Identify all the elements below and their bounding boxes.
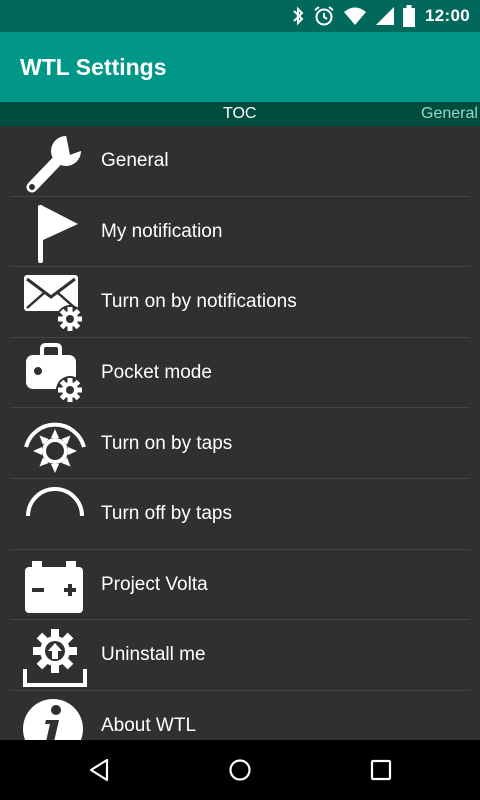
list-item-label: Pocket mode	[101, 362, 212, 384]
list-item-general[interactable]: General	[0, 126, 480, 197]
battery-volta-icon	[22, 555, 88, 617]
list-item-label: About WTL	[101, 715, 197, 737]
moon-taps-icon	[22, 484, 88, 546]
info-icon	[22, 696, 88, 740]
wrench-icon	[22, 131, 88, 193]
list-item-turn-off-by-taps[interactable]: Turn off by taps	[0, 479, 480, 550]
list-item-turn-on-by-taps[interactable]: Turn on by taps	[0, 408, 480, 479]
list-item-uninstall-me[interactable]: Uninstall me	[0, 620, 480, 691]
tab-strip: TOC General	[0, 102, 480, 126]
status-bar: 12:00	[0, 0, 480, 32]
sun-taps-icon	[22, 413, 88, 475]
uninstall-gear-icon	[22, 625, 88, 688]
status-clock: 12:00	[425, 6, 470, 25]
alarm-icon	[313, 4, 335, 28]
wifi-icon	[343, 4, 367, 28]
list-item-turn-on-by-notifications[interactable]: Turn on by notifications	[0, 267, 480, 338]
list-item-label: General	[101, 150, 169, 172]
list-item-project-volta[interactable]: Project Volta	[0, 550, 480, 621]
list-item-label: My notification	[101, 220, 223, 242]
tab-toc[interactable]: TOC	[223, 105, 256, 123]
recents-icon[interactable]	[369, 758, 393, 782]
list-item-label: Turn on by taps	[101, 432, 233, 454]
list-item-pocket-mode[interactable]: Pocket mode	[0, 338, 480, 409]
app-title: WTL Settings	[20, 53, 167, 80]
battery-icon	[403, 4, 416, 28]
tab-general[interactable]: General	[421, 105, 478, 123]
list-item-label: Project Volta	[101, 573, 208, 595]
signal-icon	[375, 4, 395, 28]
flag-icon	[22, 202, 88, 264]
settings-list: General My notification Turn on by notif…	[0, 126, 480, 740]
bluetooth-icon	[291, 4, 305, 28]
bag-gear-icon	[22, 342, 88, 405]
back-icon[interactable]	[87, 758, 111, 782]
list-item-label: Turn on by notifications	[101, 291, 297, 313]
nav-bar	[0, 740, 480, 800]
list-item-my-notification[interactable]: My notification	[0, 197, 480, 268]
envelope-gear-icon	[22, 272, 88, 334]
list-item-label: Uninstall me	[101, 644, 206, 666]
app-bar: WTL Settings	[0, 32, 480, 102]
list-item-about-wtl[interactable]: About WTL	[0, 691, 480, 740]
list-item-label: Turn off by taps	[101, 503, 232, 525]
home-icon[interactable]	[228, 758, 252, 782]
